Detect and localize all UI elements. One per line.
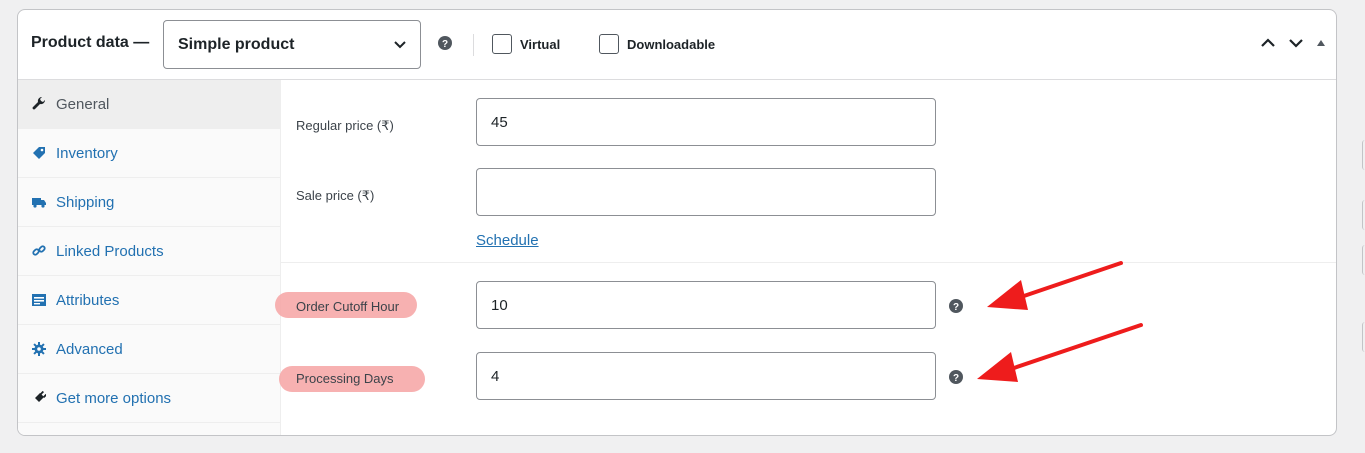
processing-days-label: Processing Days xyxy=(296,371,394,386)
downloadable-label: Downloadable xyxy=(627,36,716,52)
tag-icon xyxy=(33,147,45,159)
virtual-checkbox-box[interactable] xyxy=(492,34,512,54)
regular-price-label: Regular price (₹) xyxy=(296,118,394,133)
wrench-icon xyxy=(32,97,46,110)
product-type-select[interactable]: Simple product xyxy=(163,20,421,69)
link-icon xyxy=(32,245,46,256)
downloadable-checkbox[interactable]: Downloadable xyxy=(599,34,715,54)
help-icon[interactable]: ? xyxy=(438,36,452,50)
section-divider xyxy=(281,262,1336,263)
virtual-checkbox[interactable]: Virtual xyxy=(492,34,560,54)
help-icon[interactable]: ? xyxy=(949,299,963,313)
order-cutoff-hour-label: Order Cutoff Hour xyxy=(296,299,400,314)
panel-title: Product data — xyxy=(31,34,150,51)
list-icon xyxy=(32,294,46,306)
tab-general[interactable]: General xyxy=(18,80,280,129)
gear-icon xyxy=(32,342,46,356)
downloadable-checkbox-box[interactable] xyxy=(599,34,619,54)
svg-text:?: ? xyxy=(442,39,448,50)
product-data-tabs: General Inventory Shipping Linked Produc… xyxy=(18,80,281,435)
collapse-toggle-icon[interactable] xyxy=(1316,39,1326,47)
move-up-icon[interactable] xyxy=(1260,38,1276,48)
tab-linked-products[interactable]: Linked Products xyxy=(18,227,280,276)
svg-text:?: ? xyxy=(953,302,959,313)
sale-price-label: Sale price (₹) xyxy=(296,188,375,203)
tab-advanced[interactable]: Advanced xyxy=(18,325,280,374)
tab-shipping[interactable]: Shipping xyxy=(18,178,280,227)
sale-price-input[interactable] xyxy=(476,168,936,216)
processing-days-input[interactable] xyxy=(476,352,936,400)
virtual-label: Virtual xyxy=(520,36,561,52)
help-icon[interactable]: ? xyxy=(949,370,963,384)
product-data-header: Product data — Simple product ? Virtual … xyxy=(18,10,1336,80)
schedule-link[interactable]: Schedule xyxy=(476,232,539,249)
panel-controls xyxy=(1260,38,1326,48)
tab-attributes[interactable]: Attributes xyxy=(18,276,280,325)
product-data-panel: Product data — Simple product ? Virtual … xyxy=(17,9,1337,436)
plugin-icon xyxy=(34,391,46,403)
product-type-value: Simple product xyxy=(178,36,295,53)
move-down-icon[interactable] xyxy=(1288,38,1304,48)
order-cutoff-hour-input[interactable] xyxy=(476,281,936,329)
general-tab-content: Regular price (₹) Sale price (₹) Schedul… xyxy=(275,80,1336,435)
tab-inventory[interactable]: Inventory xyxy=(18,129,280,178)
chevron-down-icon xyxy=(394,41,406,49)
tab-get-more-options[interactable]: Get more options xyxy=(18,374,280,423)
truck-icon xyxy=(32,198,46,208)
header-divider xyxy=(473,34,474,56)
svg-text:?: ? xyxy=(953,373,959,384)
regular-price-input[interactable] xyxy=(476,98,936,146)
